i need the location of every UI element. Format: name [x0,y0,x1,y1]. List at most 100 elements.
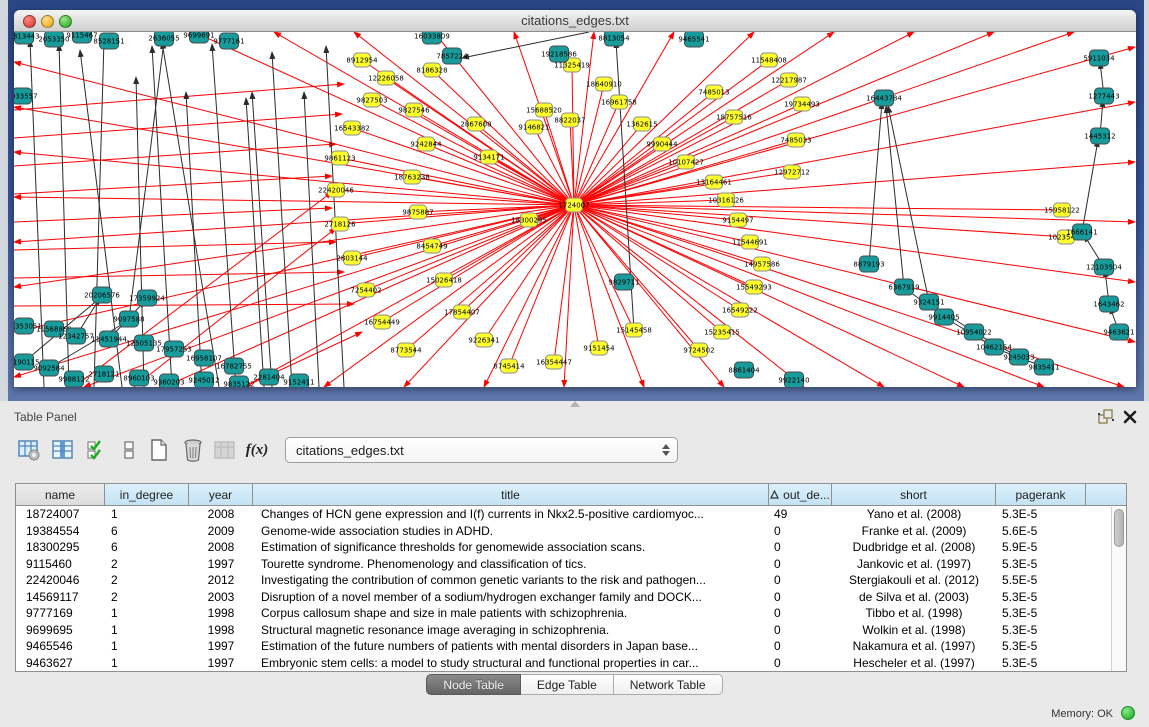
memory-status-indicator[interactable] [1121,706,1135,720]
graph-node[interactable]: 2718121 [88,366,119,382]
graph-node[interactable]: 10316126 [708,193,744,207]
network-window-titlebar[interactable]: citations_edges.txt [14,10,1136,32]
graph-node[interactable]: 7485013 [698,85,729,99]
graph-node[interactable]: 8745414 [493,359,525,373]
table-row[interactable]: 1456911722003Disruption of a novel membe… [16,589,1126,606]
citation-network-graph[interactable]: 1724007891295412226058982750316543382986… [14,32,1136,387]
table-row[interactable]: 911546021997Tourette syndrome. Phenomeno… [16,556,1126,573]
graph-node[interactable]: 16754449 [364,315,400,329]
graph-node[interactable]: 9724502 [683,343,714,357]
column-header-out-degree[interactable]: out_de... [769,484,832,505]
table-row[interactable]: 969969511998Structural magnetic resonanc… [16,622,1126,639]
graph-node[interactable]: 11451944 [91,331,127,347]
graph-node[interactable]: 15688520 [526,103,562,117]
graph-node[interactable]: 11548408 [751,53,787,67]
column-header-in-degree[interactable]: in_degree [105,484,189,505]
graph-node[interactable]: 10954022 [956,324,992,340]
graph-node[interactable]: 16033809 [414,32,450,44]
table-row[interactable]: 1830029562008Estimation of significance … [16,539,1126,556]
graph-node[interactable]: 2281404 [253,369,285,385]
graph-node[interactable]: 14957586 [744,257,780,271]
graph-node[interactable]: 9151454 [583,341,615,355]
graph-node[interactable]: 19734493 [784,97,820,111]
graph-node[interactable]: 7857224 [436,48,468,64]
table-row[interactable]: 2242004622012Investigating the contribut… [16,572,1126,589]
graph-node[interactable]: 9988122 [58,371,89,387]
graph-node[interactable]: 2718126 [324,217,356,231]
graph-node[interactable]: 9152411 [283,374,314,387]
graph-node[interactable]: 15235415 [704,325,740,339]
import-table-icon-disabled[interactable] [212,436,238,464]
table-settings-icon[interactable] [16,436,42,464]
graph-node[interactable]: 15958122 [1044,203,1080,217]
delete-trash-icon[interactable] [180,436,206,464]
graph-node[interactable]: 15145458 [616,323,652,337]
graph-node[interactable]: 1277443 [1088,88,1119,104]
new-document-icon[interactable] [146,436,172,464]
panel-resize-grip[interactable] [570,401,580,407]
graph-node[interactable]: 8186328 [416,63,447,77]
graph-node[interactable]: 9861123 [324,151,355,165]
column-chooser-icon[interactable] [50,436,76,464]
graph-node[interactable]: 2053350 [38,32,69,47]
close-panel-icon[interactable] [1121,408,1139,426]
graph-node[interactable]: 6367919 [888,279,919,295]
table-row[interactable]: 977716911998Corpus callosum shape and si… [16,605,1126,622]
scrollbar-thumb[interactable] [1114,509,1124,547]
vertical-scrollbar[interactable] [1111,507,1126,671]
graph-node[interactable]: 22420046 [318,183,354,197]
graph-node[interactable]: 2033557 [14,88,38,104]
graph-node[interactable]: 18757516 [716,110,752,124]
graph-node[interactable]: 11544691 [732,235,768,249]
tab-edge-table[interactable]: Edge Table [521,674,614,695]
tab-node-table[interactable]: Node Table [426,674,521,695]
graph-node[interactable]: 9777161 [213,33,244,49]
graph-node[interactable]: 8813054 [598,32,630,46]
graph-node[interactable]: 9699691 [183,32,214,43]
graph-node[interactable]: 1643462 [1093,296,1124,312]
graph-node[interactable]: 8879193 [853,256,884,272]
graph-node[interactable]: 18763238 [394,170,430,184]
graph-node[interactable]: 18640910 [586,77,622,91]
column-header-title[interactable]: title [253,484,769,505]
table-row[interactable]: 1938455462009Genome-wide association stu… [16,523,1126,540]
graph-node[interactable]: 16543382 [334,121,370,135]
float-panel-icon[interactable] [1097,408,1115,426]
graph-node[interactable]: 9463621 [1103,324,1134,340]
graph-node[interactable]: 17359924 [129,290,165,306]
select-rows-icon[interactable] [84,436,110,464]
graph-node[interactable]: 7485033 [780,133,811,147]
column-header-short[interactable]: short [832,484,996,505]
graph-node[interactable]: 9097588 [113,311,144,327]
table-row[interactable]: 946554611997Estimation of the future num… [16,638,1126,655]
table-row[interactable]: 946362711997Embryonic stem cells: a mode… [16,655,1126,672]
graph-node[interactable]: 9914405 [928,309,959,325]
table-selector-dropdown[interactable]: citations_edges.txt [285,437,678,463]
graph-node[interactable]: 8912954 [346,53,378,67]
graph-node[interactable]: 9226341 [468,333,499,347]
graph-node[interactable]: 2636055 [148,32,179,46]
graph-node[interactable]: 8861404 [728,362,760,378]
network-canvas[interactable]: 1724007891295412226058982750316543382986… [14,32,1136,387]
column-header-name[interactable]: name [16,484,105,505]
graph-node[interactable]: 16354447 [536,355,572,369]
graph-node[interactable]: 15026418 [426,273,462,287]
table-row[interactable]: 1872400712008Changes of HCN gene express… [16,506,1126,523]
graph-node[interactable]: 9465541 [678,32,709,47]
graph-node[interactable]: 8528151 [93,33,124,49]
graph-node[interactable]: 1445312 [1084,128,1115,144]
graph-node[interactable]: 20206576 [84,287,120,303]
graph-node[interactable]: 8960103 [123,370,154,386]
graph-node[interactable]: 12217987 [771,73,807,87]
graph-node[interactable]: 17854407 [444,305,480,319]
column-header-pagerank[interactable]: pagerank [996,484,1086,505]
function-builder-icon[interactable]: f(x) [244,436,270,464]
graph-node[interactable]: 9324151 [913,294,944,310]
graph-node[interactable]: 15549293 [736,280,772,294]
column-header-year[interactable]: year [189,484,253,505]
graph-node[interactable]: 1813443 [14,32,40,44]
graph-node[interactable]: 9922140 [778,372,809,387]
graph-node[interactable]: 5911034 [1083,50,1115,66]
graph-node[interactable]: 12103504 [1086,259,1122,275]
graph-node[interactable]: 9360203 [153,374,184,387]
